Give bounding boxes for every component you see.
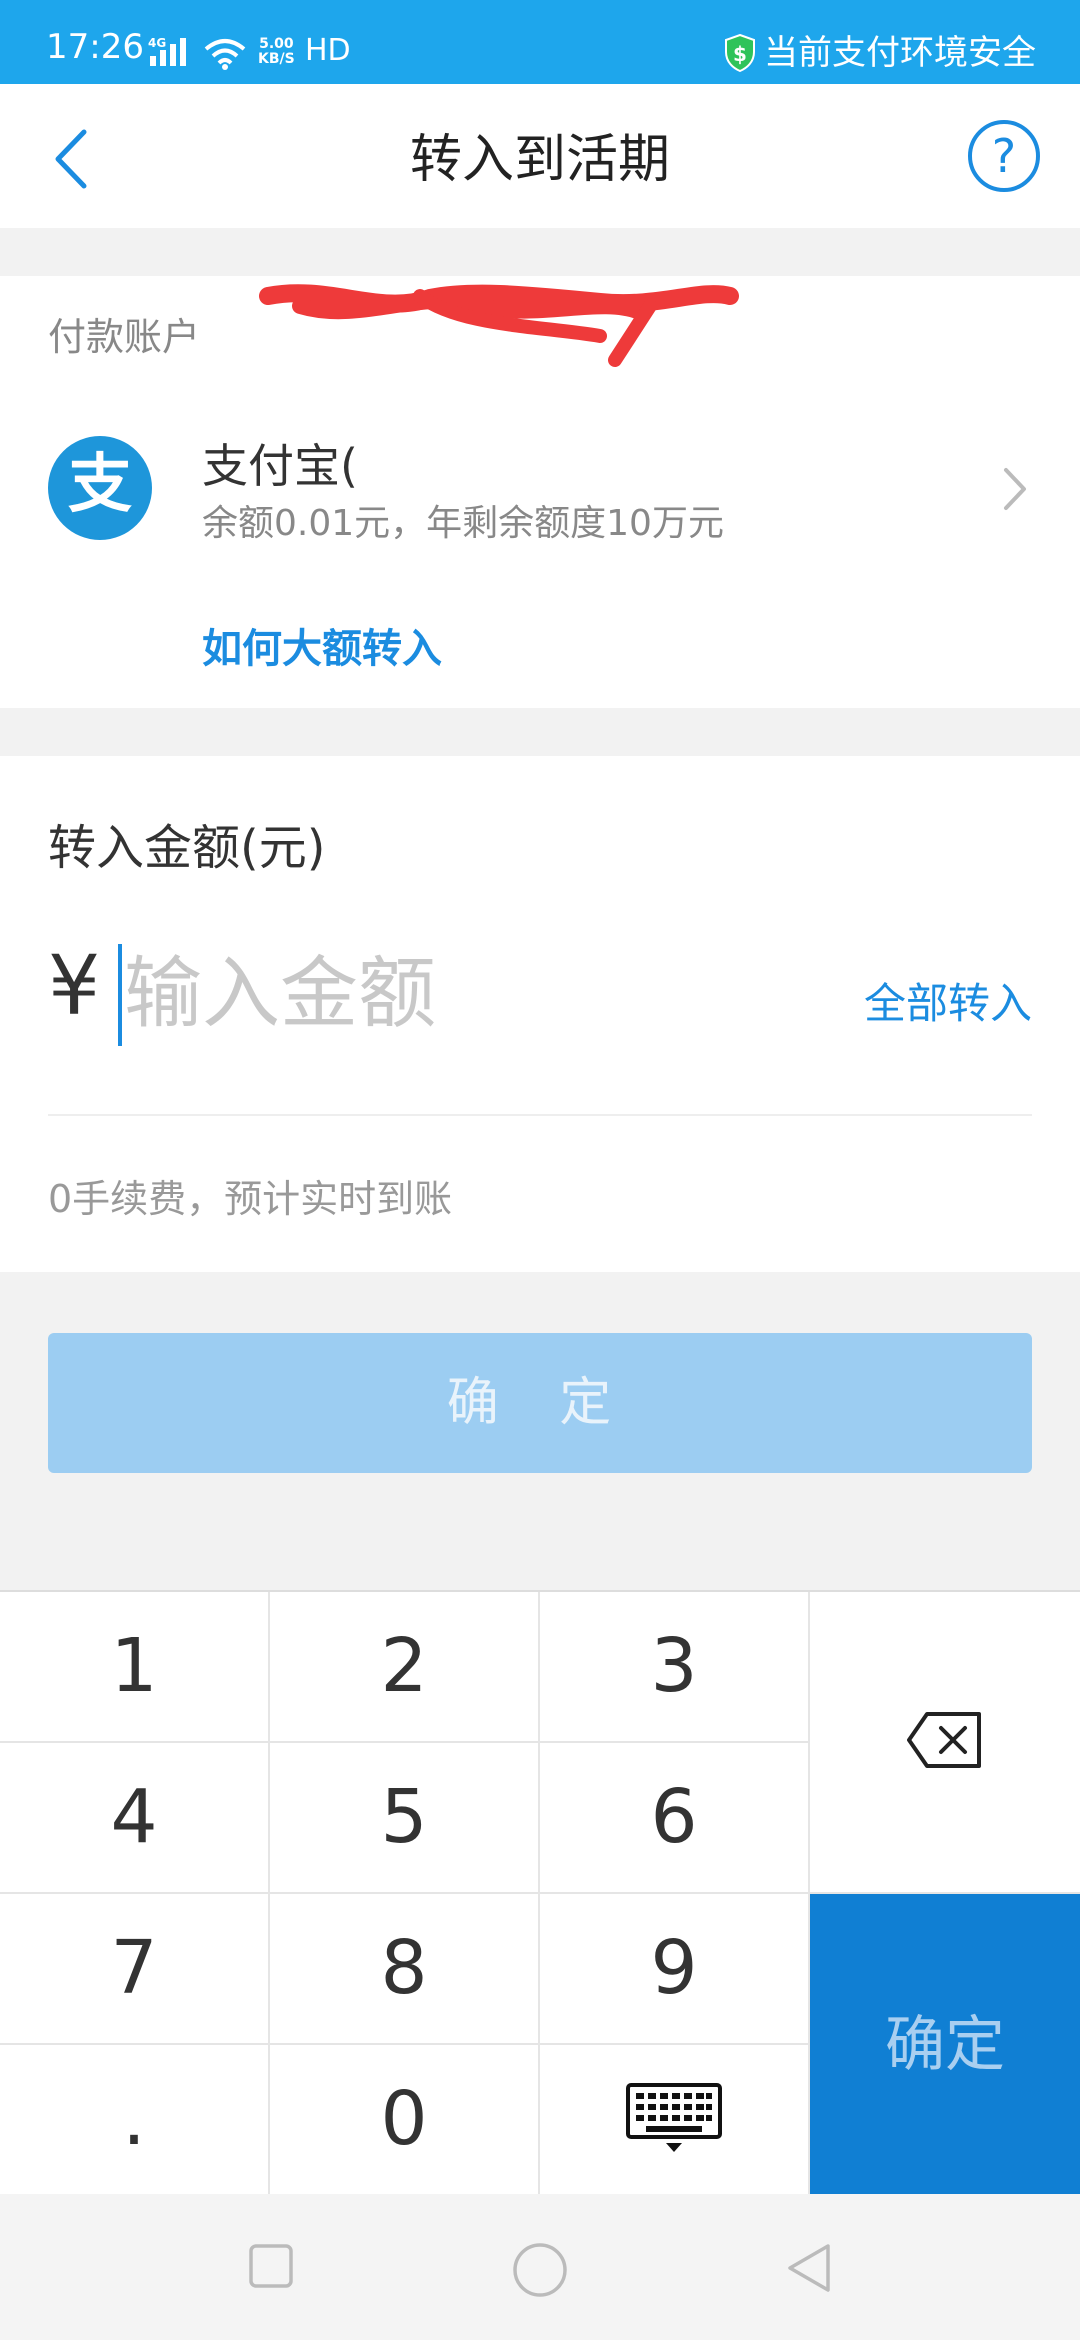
network-type: 4G [148, 36, 166, 50]
speed-value: 5.00 [259, 36, 294, 52]
hide-keyboard-key[interactable] [540, 2045, 810, 2194]
system-nav-bar [0, 2194, 1080, 2340]
transfer-all-button[interactable]: 全部转入 [864, 970, 1032, 1031]
text-cursor [118, 944, 122, 1046]
svg-text:$: $ [733, 42, 747, 66]
key-0[interactable]: 0 [270, 2045, 540, 2194]
account-balance: 余额0.01元，年剩余额度10万元 [202, 503, 724, 544]
security-status: $ 当前支付环境安全 [724, 34, 1036, 72]
keypad-confirm-button[interactable]: 确定 [810, 1894, 1080, 2196]
account-name[interactable]: 支付宝( [202, 430, 358, 496]
payment-account-card: 付款账户 支 支付宝( 余额0.01元，年剩余额度10万元 如何大额转入 [0, 276, 1080, 708]
nav-bar: 转入到活期 ? [0, 84, 1080, 228]
amount-input[interactable] [124, 934, 764, 1054]
large-transfer-link[interactable]: 如何大额转入 [202, 616, 442, 674]
speed-unit: KB/S [258, 51, 295, 67]
wifi-icon [203, 38, 247, 74]
key-8[interactable]: 8 [270, 1894, 540, 2045]
amount-card: 转入金额(元) ¥ 全部转入 0手续费，预计实时到账 [0, 756, 1080, 1272]
confirm-button[interactable]: 确 定 [48, 1333, 1032, 1473]
fee-note: 0手续费，预计实时到账 [48, 1177, 453, 1221]
triangle-nav-icon[interactable] [784, 2242, 832, 2298]
key-4[interactable]: 4 [0, 1743, 270, 1894]
square-nav-icon[interactable] [247, 2242, 295, 2294]
amount-label: 转入金额(元) [48, 820, 326, 876]
key-9[interactable]: 9 [540, 1894, 810, 2045]
security-text: 当前支付环境安全 [764, 33, 1036, 73]
backspace-icon [907, 1712, 981, 1768]
key-2[interactable]: 2 [270, 1592, 540, 1743]
backspace-key[interactable] [810, 1592, 1080, 1894]
keyboard-icon [626, 2083, 722, 2152]
key-1[interactable]: 1 [0, 1592, 270, 1743]
page-title: 转入到活期 [409, 130, 670, 190]
alipay-logo-char: 支 [68, 447, 132, 522]
numeric-keypad: 1 2 3 4 5 6 7 8 9 . 0 确定 [0, 1590, 1080, 2196]
status-bar: 17:26 4G 5.00 KB/S HD $ 当前支付环境安全 [0, 0, 1080, 84]
signal-icon: 4G [148, 36, 196, 72]
key-dot[interactable]: . [0, 2045, 270, 2194]
status-time: 17:26 [46, 27, 144, 67]
alipay-logo: 支 [48, 436, 152, 540]
key-6[interactable]: 6 [540, 1743, 810, 1894]
hd-indicator: HD [305, 33, 351, 68]
network-speed: 5.00 KB/S [258, 37, 295, 67]
help-icon[interactable]: ? [968, 120, 1040, 192]
payment-account-label: 付款账户 [48, 315, 201, 359]
currency-symbol: ¥ [48, 939, 101, 1034]
key-5[interactable]: 5 [270, 1743, 540, 1894]
chevron-right-icon[interactable] [1000, 464, 1030, 518]
key-7[interactable]: 7 [0, 1894, 270, 2045]
divider [48, 1114, 1032, 1116]
shield-icon: $ [725, 34, 755, 72]
circle-nav-icon[interactable] [512, 2242, 568, 2302]
key-3[interactable]: 3 [540, 1592, 810, 1743]
